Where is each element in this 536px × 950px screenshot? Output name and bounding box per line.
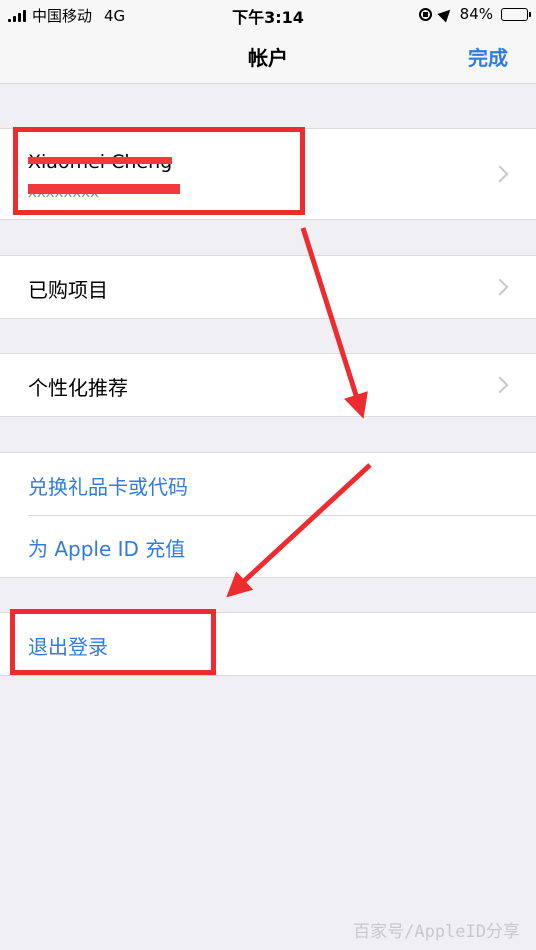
annotation-arrows bbox=[226, 227, 372, 598]
arrow-to-sign-out bbox=[226, 463, 372, 598]
arrow-down bbox=[300, 227, 368, 419]
watermark: 百家号/AppleID分享 bbox=[353, 922, 520, 942]
